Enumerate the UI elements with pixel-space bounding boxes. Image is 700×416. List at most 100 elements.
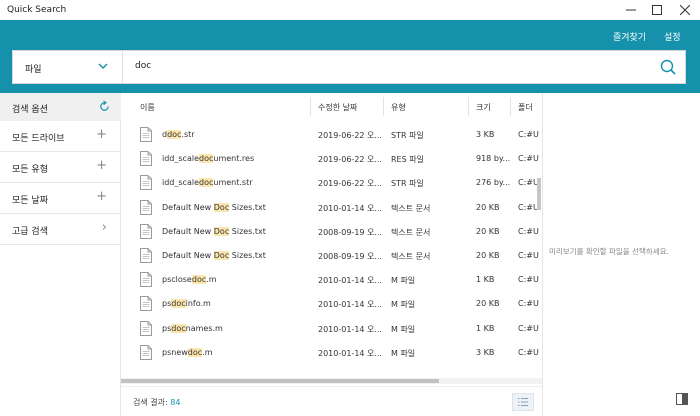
file-type-cell: M 파일 [391, 324, 416, 334]
preview-panel: 미리보기를 확인할 파일을 선택하세요. [542, 93, 700, 416]
table-row[interactable]: idd_scaledocument.str 2019-06-22 오... STR … [121, 172, 542, 196]
file-icon [140, 127, 152, 142]
file-type-cell: STR 파일 [391, 179, 424, 189]
search-type-dropdown[interactable]: 파일 [13, 51, 123, 83]
scrollbar-thumb[interactable] [537, 178, 541, 210]
file-name-cell: psdocnames.m [162, 323, 308, 333]
modified-date-cell: 2010-01-14 오... [318, 348, 382, 358]
search-icon[interactable] [659, 58, 677, 76]
table-row[interactable]: psclosedoc.m 2010-01-14 오... M 파일 1 KB C:#U [121, 269, 542, 293]
chevron-down-icon [98, 63, 108, 69]
file-size-cell: 20 KB [476, 299, 500, 309]
minimize-icon [626, 9, 636, 11]
table-row[interactable]: psdocinfo.m 2010-01-14 오... M 파일 20 KB C:#U [121, 293, 542, 317]
table-row[interactable]: Default New Doc Sizes.txt 2008-09-19 오...… [121, 221, 542, 245]
search-options-panel: 검색 옵션 모든 드라이브 + 모든 유형 + 모든 날짜 + 고급 검색 › [0, 93, 121, 416]
option-all-drives[interactable]: 모든 드라이브 + [0, 122, 121, 152]
panel-toggle-icon[interactable] [672, 390, 692, 408]
maximize-button[interactable] [644, 0, 670, 20]
search-input[interactable]: doc [135, 61, 151, 71]
refresh-icon[interactable] [98, 100, 111, 113]
column-header-type[interactable]: 유형 [391, 102, 406, 113]
table-row[interactable]: Default New Doc Sizes.txt 2008-09-19 오...… [121, 245, 542, 269]
column-divider[interactable] [510, 97, 511, 116]
expand-icon: + [96, 127, 107, 142]
file-icon [140, 151, 152, 167]
match-highlight: doc [199, 178, 214, 188]
close-button[interactable] [672, 0, 698, 20]
file-size-cell: 3 KB [476, 130, 495, 139]
modified-date-cell: 2010-01-14 오... [318, 324, 382, 334]
search-bar: 파일 doc [12, 50, 686, 84]
file-name-cell: Default New Doc Sizes.txt [162, 226, 308, 236]
table-row[interactable]: psdocnames.m 2010-01-14 오... M 파일 1 KB C:#U [121, 318, 542, 342]
file-type-cell: M 파일 [391, 300, 416, 310]
option-advanced-search[interactable]: 고급 검색 › [0, 215, 121, 245]
column-header-size[interactable]: 크기 [476, 102, 491, 113]
file-name-cell: ddoc.str [162, 130, 308, 139]
column-header-date[interactable]: 수정한 날짜 [318, 102, 357, 113]
match-highlight: Doc [213, 226, 230, 236]
file-icon [140, 272, 152, 288]
match-highlight: doc [171, 299, 186, 309]
results-list: 이름 수정한 날짜 유형 크기 폴더 ddoc.str 2019-06-22 오.… [121, 93, 542, 383]
name-suffix: info.m [185, 299, 211, 309]
option-label: 고급 검색 [12, 227, 48, 237]
column-divider[interactable] [468, 97, 469, 116]
name-suffix: Sizes.txt [229, 202, 266, 212]
list-view-button[interactable] [512, 393, 534, 411]
file-name-cell: Default New Doc Sizes.txt [162, 202, 308, 212]
column-header-name[interactable]: 이름 [140, 102, 155, 113]
table-row[interactable]: idd_scaledocument.res 2019-06-22 오... RES … [121, 148, 542, 172]
results-horizontal-scrollbar[interactable] [121, 378, 542, 384]
name-prefix: psnew [162, 347, 188, 357]
file-icon [140, 320, 152, 336]
minimize-button[interactable] [618, 0, 644, 20]
file-type-cell: 텍스트 문서 [391, 252, 431, 261]
table-row[interactable]: ddoc.str 2019-06-22 오... STR 파일 3 KB C:#U [121, 124, 542, 148]
file-type-cell: 텍스트 문서 [391, 203, 431, 213]
name-suffix: .str [181, 130, 195, 139]
modified-date-cell: 2008-09-19 오... [318, 252, 382, 261]
table-row[interactable]: psnewdoc.m 2010-01-14 오... M 파일 3 KB C:#U [121, 342, 542, 366]
file-name-cell: idd_scaledocument.res [162, 154, 308, 164]
file-size-cell: 20 KB [476, 251, 500, 260]
result-count-label: 검색 결과: [133, 398, 171, 407]
name-prefix: Default New [162, 202, 214, 212]
result-count-value: 84 [170, 398, 181, 407]
modified-date-cell: 2019-06-22 오... [318, 179, 382, 189]
match-highlight: Doc [213, 202, 230, 212]
file-icon [140, 296, 152, 312]
file-icon [140, 223, 152, 239]
match-highlight: doc [171, 323, 186, 333]
file-size-cell: 1 KB [476, 323, 495, 333]
name-prefix: psclose [162, 275, 192, 285]
file-name-cell: idd_scaledocument.str [162, 178, 308, 188]
table-row[interactable]: Default New Doc Sizes.txt 2010-01-14 오...… [121, 197, 542, 221]
name-prefix: Default New [162, 251, 214, 260]
name-suffix: names.m [185, 323, 223, 333]
column-header-folder[interactable]: 폴더 [518, 102, 533, 113]
file-name-cell: psclosedoc.m [162, 275, 308, 285]
favorites-link[interactable]: 즐겨찾기 [613, 30, 646, 43]
name-suffix: ument.res [213, 154, 255, 164]
result-count-status: 검색 결과: 84 [133, 397, 180, 408]
close-icon [680, 5, 690, 15]
column-header-row: 이름 수정한 날짜 유형 크기 폴더 [121, 93, 542, 120]
name-prefix: ps [162, 299, 172, 309]
option-all-dates[interactable]: 모든 날짜 + [0, 184, 121, 214]
search-options-header: 검색 옵션 [0, 93, 121, 121]
name-suffix: Sizes.txt [229, 226, 266, 236]
modified-date-cell: 2010-01-14 오... [318, 300, 382, 310]
expand-icon: + [96, 189, 107, 204]
column-divider[interactable] [383, 97, 384, 116]
settings-link[interactable]: 설정 [664, 30, 681, 43]
scrollbar-thumb[interactable] [121, 379, 439, 383]
column-divider[interactable] [310, 97, 311, 116]
file-name-cell: psnewdoc.m [162, 347, 308, 357]
search-header: 즐겨찾기 설정 파일 doc [0, 20, 700, 93]
name-suffix: ument.str [213, 178, 253, 188]
option-all-types[interactable]: 모든 유형 + [0, 153, 121, 183]
file-type-cell: M 파일 [391, 348, 416, 358]
file-type-cell: 텍스트 문서 [391, 227, 431, 237]
